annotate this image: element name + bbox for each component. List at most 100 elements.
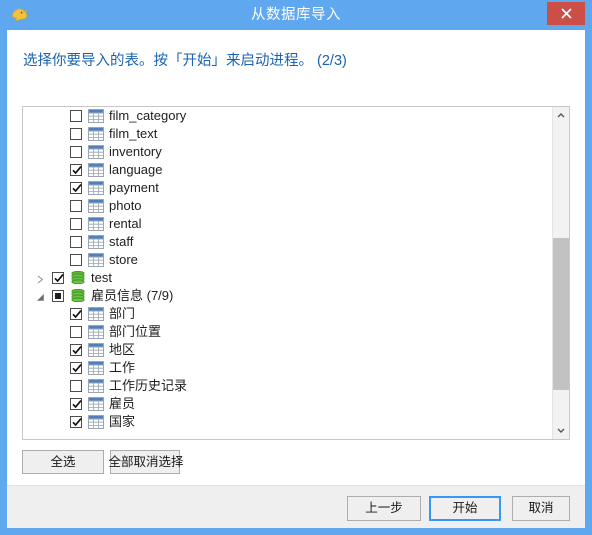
table-icon (88, 199, 104, 213)
row-checkbox[interactable] (70, 308, 82, 320)
row-label: inventory (109, 144, 162, 159)
close-button[interactable] (547, 2, 585, 25)
row-checkbox[interactable] (70, 344, 82, 356)
row-label: 部门位置 (109, 324, 162, 339)
table-icon (88, 397, 104, 411)
row-label: 雇员 (109, 396, 136, 411)
database-icon (71, 270, 85, 285)
row-label: film_category (109, 108, 187, 123)
database-icon (70, 288, 86, 303)
table-list-item[interactable]: photo (23, 197, 553, 215)
list-scrollbar[interactable] (552, 107, 569, 439)
row-label: 工作历史记录 (109, 378, 188, 393)
chevron-down-icon (557, 428, 565, 433)
table-icon (88, 199, 104, 213)
table-icon (88, 253, 104, 267)
cancel-button[interactable]: 取消 (512, 496, 570, 521)
table-icon (88, 163, 104, 177)
table-icon (88, 415, 104, 429)
row-checkbox[interactable] (52, 272, 64, 284)
deselect-all-button[interactable]: 全部取消选择 (108, 450, 184, 474)
table-icon (88, 343, 104, 357)
table-list-item[interactable]: 部门位置 (23, 323, 553, 341)
check-icon (72, 184, 82, 193)
expander-expanded[interactable] (34, 287, 46, 305)
row-label: 部门 (109, 306, 136, 321)
database-icon (71, 288, 85, 303)
table-icon (88, 379, 104, 393)
chevron-down-filled-icon (36, 294, 44, 301)
row-checkbox[interactable] (70, 326, 82, 338)
database-icon (70, 270, 86, 285)
row-label: photo (109, 198, 142, 213)
close-icon (560, 8, 572, 19)
table-icon (88, 307, 104, 321)
check-icon (72, 400, 82, 409)
row-label: staff (109, 234, 134, 249)
row-checkbox[interactable] (52, 290, 64, 302)
table-list-item[interactable]: payment (23, 179, 553, 197)
row-label: rental (109, 216, 142, 231)
row-label: 工作 (109, 360, 136, 375)
table-icon (88, 235, 104, 249)
table-icon (88, 397, 104, 411)
row-checkbox[interactable] (70, 254, 82, 266)
row-label: film_text (109, 126, 158, 141)
table-list-item[interactable]: staff (23, 233, 553, 251)
table-icon (88, 145, 104, 159)
row-checkbox[interactable] (70, 110, 82, 122)
table-icon (88, 235, 104, 249)
row-checkbox[interactable] (70, 128, 82, 140)
table-icon (88, 181, 104, 195)
check-icon (72, 166, 82, 175)
row-checkbox[interactable] (70, 218, 82, 230)
table-list-item[interactable]: 雇员 (23, 395, 553, 413)
table-icon (88, 361, 104, 375)
table-list-item[interactable]: 地区 (23, 341, 553, 359)
table-list-item[interactable]: 雇员信息 (7/9) (23, 287, 553, 305)
start-button[interactable]: 开始 (429, 496, 501, 521)
scroll-up-button[interactable] (553, 107, 569, 124)
table-list-item[interactable]: rental (23, 215, 553, 233)
dialog-client-area: 选择你要导入的表。按「开始」来启动进程。 (2/3) film_category… (7, 30, 585, 528)
scrollbar-thumb[interactable] (553, 238, 569, 390)
table-list-item[interactable]: test (23, 269, 553, 287)
table-list-item[interactable]: 部门 (23, 305, 553, 323)
table-list-item[interactable]: 工作历史记录 (23, 377, 553, 395)
table-list-item[interactable]: 工作 (23, 359, 553, 377)
table-list-item[interactable]: film_category (23, 107, 553, 125)
window-title: 从数据库导入 (251, 7, 341, 23)
table-icon (88, 127, 104, 141)
expander-collapsed[interactable] (34, 269, 46, 287)
table-icon (88, 217, 104, 231)
row-checkbox[interactable] (70, 362, 82, 374)
scroll-down-button[interactable] (553, 422, 569, 439)
row-checkbox[interactable] (70, 416, 82, 428)
row-label: language (109, 162, 163, 177)
table-list-item[interactable]: film_text (23, 125, 553, 143)
row-checkbox[interactable] (70, 200, 82, 212)
table-list-item[interactable]: inventory (23, 143, 553, 161)
select-all-button[interactable]: 全选 (22, 450, 104, 474)
row-checkbox[interactable] (70, 164, 82, 176)
table-list-item[interactable]: store (23, 251, 553, 269)
table-list-item[interactable]: 国家 (23, 413, 553, 431)
table-icon (88, 181, 104, 195)
row-label: payment (109, 180, 159, 195)
table-list-box[interactable]: film_category film_text inventory language p… (22, 106, 570, 440)
table-icon (88, 163, 104, 177)
check-icon (72, 418, 82, 427)
previous-button[interactable]: 上一步 (347, 496, 421, 521)
check-icon (72, 310, 82, 319)
row-checkbox[interactable] (70, 146, 82, 158)
row-checkbox[interactable] (70, 380, 82, 392)
row-checkbox[interactable] (70, 398, 82, 410)
chevron-up-icon (557, 113, 565, 118)
table-icon (88, 145, 104, 159)
table-icon (88, 379, 104, 393)
title-bar: 从数据库导入 (0, 0, 592, 30)
row-checkbox[interactable] (70, 236, 82, 248)
table-list-item[interactable]: language (23, 161, 553, 179)
row-label: 雇员信息 (7/9) (91, 288, 174, 303)
row-checkbox[interactable] (70, 182, 82, 194)
